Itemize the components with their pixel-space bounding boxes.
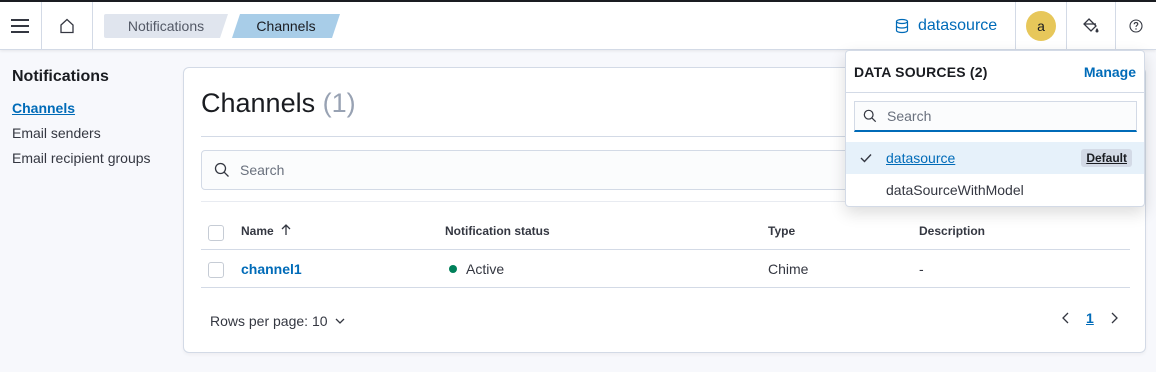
top-bar: Notifications Channels datasource a bbox=[0, 0, 1156, 50]
channel-name-link[interactable]: channel1 bbox=[241, 261, 302, 277]
status-text: Active bbox=[466, 261, 505, 277]
column-header-status[interactable]: Notification status bbox=[445, 224, 550, 238]
datasource-option[interactable]: datasource Default bbox=[846, 142, 1144, 174]
channel-type: Chime bbox=[768, 261, 809, 277]
page-title: Channels (1) bbox=[201, 88, 356, 119]
datasource-menu-button[interactable]: datasource bbox=[894, 2, 997, 50]
datasource-search[interactable] bbox=[854, 101, 1137, 132]
rows-per-page-button[interactable]: Rows per page: 10 bbox=[210, 313, 346, 329]
datasource-popover: DATA SOURCES (2) Manage datasource Defau… bbox=[845, 50, 1145, 207]
hamburger-icon bbox=[11, 19, 29, 33]
sidebar-item-email-recipient-groups[interactable]: Email recipient groups bbox=[12, 150, 151, 175]
sidebar-title: Notifications bbox=[12, 68, 109, 85]
status-dot-icon bbox=[449, 265, 457, 273]
divider bbox=[201, 287, 1130, 288]
datasource-heading: DATA SOURCES (2) bbox=[854, 64, 988, 80]
divider bbox=[846, 92, 1144, 93]
channel-description: - bbox=[919, 261, 924, 277]
column-header-label: Name bbox=[241, 224, 274, 238]
help-icon bbox=[1129, 19, 1143, 33]
page-number[interactable]: 1 bbox=[1086, 310, 1094, 326]
row-checkbox[interactable] bbox=[208, 262, 224, 278]
channel-count: (1) bbox=[322, 88, 356, 118]
pagination: 1 bbox=[1060, 310, 1120, 326]
status-badge: Active bbox=[449, 261, 504, 277]
database-icon bbox=[895, 18, 909, 34]
datasource-option-label: dataSourceWithModel bbox=[886, 182, 1024, 198]
search-input[interactable] bbox=[240, 162, 840, 178]
column-header-name[interactable]: Name bbox=[241, 224, 291, 238]
datasource-option-label: datasource bbox=[886, 150, 956, 166]
default-badge: Default bbox=[1081, 149, 1132, 167]
datasource-search-input[interactable] bbox=[887, 108, 1127, 124]
menu-button[interactable] bbox=[0, 2, 40, 50]
divider bbox=[92, 2, 93, 50]
help-button[interactable] bbox=[1116, 2, 1156, 50]
datasource-label: datasource bbox=[918, 17, 998, 34]
column-header-description[interactable]: Description bbox=[919, 224, 985, 238]
rows-per-page-label: Rows per page: 10 bbox=[210, 313, 328, 329]
divider bbox=[201, 249, 1130, 250]
chevron-right-icon[interactable] bbox=[1108, 311, 1120, 325]
manage-link[interactable]: Manage bbox=[1084, 64, 1136, 80]
breadcrumb-notifications[interactable]: Notifications bbox=[104, 14, 228, 38]
chevron-left-icon[interactable] bbox=[1060, 311, 1072, 325]
breadcrumb-channels: Channels bbox=[232, 14, 340, 38]
sidebar-item-email-senders[interactable]: Email senders bbox=[12, 125, 151, 150]
sort-ascending-icon bbox=[281, 224, 291, 235]
datasource-option[interactable]: dataSourceWithModel bbox=[846, 174, 1144, 206]
home-button[interactable] bbox=[42, 2, 92, 50]
home-icon bbox=[60, 18, 74, 34]
divider bbox=[1015, 2, 1016, 50]
check-icon bbox=[846, 151, 886, 165]
page-title-text: Channels bbox=[201, 88, 316, 118]
sidebar: Notifications Channels Email senders Ema… bbox=[12, 68, 151, 175]
search-icon bbox=[214, 162, 229, 177]
avatar[interactable]: a bbox=[1026, 11, 1056, 41]
channel-search[interactable] bbox=[201, 150, 861, 190]
paint-bucket-icon bbox=[1083, 18, 1099, 33]
select-all-checkbox[interactable] bbox=[208, 225, 224, 241]
column-header-type[interactable]: Type bbox=[768, 224, 795, 238]
chevron-down-icon bbox=[335, 318, 344, 324]
search-icon bbox=[863, 109, 877, 123]
appearance-button[interactable] bbox=[1067, 2, 1115, 50]
sidebar-item-channels[interactable]: Channels bbox=[12, 100, 151, 125]
